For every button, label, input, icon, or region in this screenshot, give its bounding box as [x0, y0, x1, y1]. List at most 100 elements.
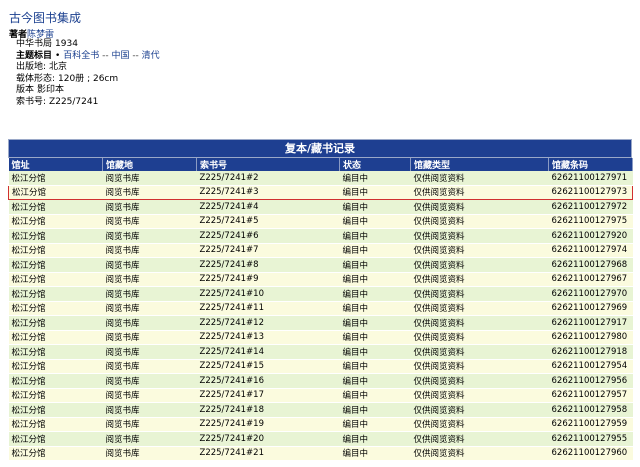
col-status-cell: 编目中: [339, 257, 411, 273]
holding-row[interactable]: 松江分馆 阅览书库 Z225/7241#13 编目中 仅供阅览资料 62621100127…: [8, 330, 633, 345]
col-status-cell: 编目中: [339, 431, 411, 447]
col-branch-cell: 松江分馆: [8, 388, 103, 403]
col-location-cell: 阅览书库: [102, 272, 197, 287]
col-item-type-cell: 仅供阅览资料: [410, 359, 549, 374]
meta-row: 索书号: Z225/7241: [16, 97, 160, 109]
col-status-cell: 编目中: [339, 171, 411, 186]
col-item-type-cell: 仅供阅览资料: [410, 184, 549, 200]
col-call-number-cell: Z225/7241#12: [196, 315, 340, 331]
col-barcode-cell: 62621100127975: [548, 214, 633, 229]
holding-row[interactable]: 松江分馆 阅览书库 Z225/7241#4 编目中 仅供阅览资料 626211001279…: [8, 199, 633, 215]
meta-row: 载体形态: 120册 ; 26cm: [16, 74, 160, 86]
meta-row: 中华书局 1934: [16, 39, 160, 51]
col-status-cell: 编目中: [339, 359, 411, 374]
holding-row[interactable]: 松江分馆 阅览书库 Z225/7241#14 编目中 仅供阅览资料 62621100127…: [8, 344, 633, 360]
col-branch-cell: 松江分馆: [8, 214, 103, 229]
col-call-number-cell: Z225/7241#15: [196, 359, 340, 374]
col-status-header: 状态: [339, 158, 411, 171]
subject-separator: --: [99, 50, 112, 61]
col-branch-cell: 松江分馆: [8, 344, 103, 360]
col-location-cell: 阅览书库: [102, 446, 197, 461]
col-status-cell: 编目中: [339, 446, 411, 461]
meta-key: 版本: [16, 85, 35, 95]
col-item-type-cell: 仅供阅览资料: [410, 446, 549, 461]
col-barcode-cell: 62621100127974: [548, 243, 633, 258]
col-item-type-cell: 仅供阅览资料: [410, 417, 549, 432]
col-item-type-cell: 仅供阅览资料: [410, 243, 549, 258]
holding-row[interactable]: 松江分馆 阅览书库 Z225/7241#18 编目中 仅供阅览资料 62621100127…: [8, 402, 633, 418]
col-status-cell: 编目中: [339, 214, 411, 229]
holdings-header-row: 馆址 馆藏地 索书号 状态 馆藏类型 馆藏条码: [8, 158, 633, 171]
book-title-link[interactable]: 古今图书集成: [9, 9, 81, 26]
col-call-number-cell: Z225/7241#9: [196, 272, 340, 287]
col-location-cell: 阅览书库: [102, 228, 197, 244]
col-barcode-cell: 62621100127960: [548, 446, 633, 461]
col-branch-cell: 松江分馆: [8, 330, 103, 345]
col-location-cell: 阅览书库: [102, 344, 197, 360]
meta-value: 北京: [49, 62, 68, 72]
holding-row[interactable]: 松江分馆 阅览书库 Z225/7241#9 编目中 仅供阅览资料 626211001279…: [8, 272, 633, 287]
holding-row[interactable]: 松江分馆 阅览书库 Z225/7241#3 编目中 仅供阅览资料 626211001279…: [8, 184, 633, 200]
meta-value: 1934: [55, 39, 78, 49]
col-item-type-cell: 仅供阅览资料: [410, 344, 549, 360]
col-location-cell: 阅览书库: [102, 257, 197, 273]
meta-key: 主题标目: [16, 50, 53, 61]
col-item-type-cell: 仅供阅览资料: [410, 199, 549, 215]
col-barcode-cell: 62621100127917: [548, 315, 633, 331]
meta-key: 中华书局: [16, 39, 53, 49]
col-barcode-cell: 62621100127958: [548, 402, 633, 418]
subject-link[interactable]: 中国: [111, 51, 129, 61]
col-item-type-cell: 仅供阅览资料: [410, 228, 549, 244]
holding-row[interactable]: 松江分馆 阅览书库 Z225/7241#19 编目中 仅供阅览资料 62621100127…: [8, 417, 633, 432]
holding-row[interactable]: 松江分馆 阅览书库 Z225/7241#5 编目中 仅供阅览资料 626211001279…: [8, 214, 633, 229]
holding-row[interactable]: 松江分馆 阅览书库 Z225/7241#15 编目中 仅供阅览资料 62621100127…: [8, 359, 633, 374]
col-call-number-cell: Z225/7241#19: [196, 417, 340, 432]
holdings-header: 复本/藏书记录: [8, 139, 632, 158]
col-branch-cell: 松江分馆: [8, 431, 103, 447]
holding-row[interactable]: 松江分馆 阅览书库 Z225/7241#7 编目中 仅供阅览资料 626211001279…: [8, 243, 633, 258]
holding-row[interactable]: 松江分馆 阅览书库 Z225/7241#11 编目中 仅供阅览资料 62621100127…: [8, 301, 633, 316]
col-barcode-cell: 62621100127955: [548, 431, 633, 447]
subject-link[interactable]: 清代: [142, 51, 160, 61]
col-branch-cell: 松江分馆: [8, 417, 103, 432]
holding-row[interactable]: 松江分馆 阅览书库 Z225/7241#10 编目中 仅供阅览资料 62621100127…: [8, 286, 633, 302]
col-location-cell: 阅览书库: [102, 184, 197, 200]
col-item-type-cell: 仅供阅览资料: [410, 171, 549, 186]
holding-row[interactable]: 松江分馆 阅览书库 Z225/7241#20 编目中 仅供阅览资料 62621100127…: [8, 431, 633, 447]
col-location-cell: 阅览书库: [102, 373, 197, 389]
holding-row[interactable]: 松江分馆 阅览书库 Z225/7241#17 编目中 仅供阅览资料 62621100127…: [8, 388, 633, 403]
col-location-cell: 阅览书库: [102, 388, 197, 403]
meta-row: 出版地: 北京: [16, 62, 160, 74]
col-barcode-cell: 62621100127918: [548, 344, 633, 360]
meta-value: 120册 ; 26cm: [58, 73, 119, 84]
col-location-cell: 阅览书库: [102, 171, 197, 186]
col-status-cell: 编目中: [339, 373, 411, 389]
col-branch-cell: 松江分馆: [8, 257, 103, 273]
col-location-cell: 阅览书库: [102, 417, 197, 432]
col-barcode-cell: 62621100127969: [548, 301, 633, 316]
col-branch-header: 馆址: [8, 158, 103, 171]
col-branch-cell: 松江分馆: [8, 301, 103, 316]
col-location-cell: 阅览书库: [102, 431, 197, 447]
subject-link[interactable]: 百科全书: [63, 51, 99, 61]
holding-row[interactable]: 松江分馆 阅览书库 Z225/7241#16 编目中 仅供阅览资料 62621100127…: [8, 373, 633, 389]
col-status-cell: 编目中: [339, 344, 411, 360]
holding-row[interactable]: 松江分馆 阅览书库 Z225/7241#12 编目中 仅供阅览资料 62621100127…: [8, 315, 633, 331]
col-branch-cell: 松江分馆: [8, 228, 103, 244]
col-location-cell: 阅览书库: [102, 315, 197, 331]
holding-row[interactable]: 松江分馆 阅览书库 Z225/7241#8 编目中 仅供阅览资料 626211001279…: [8, 257, 633, 273]
holding-row[interactable]: 松江分馆 阅览书库 Z225/7241#6 编目中 仅供阅览资料 626211001279…: [8, 228, 633, 244]
col-call-number-cell: Z225/7241#11: [196, 301, 340, 316]
holding-row[interactable]: 松江分馆 阅览书库 Z225/7241#2 编目中 仅供阅览资料 626211001279…: [8, 171, 633, 186]
col-item-type-cell: 仅供阅览资料: [410, 315, 549, 331]
col-barcode-cell: 62621100127970: [548, 286, 633, 302]
col-call-number-cell: Z225/7241#17: [196, 388, 340, 403]
col-barcode-cell: 62621100127920: [548, 228, 633, 244]
holding-row[interactable]: 松江分馆 阅览书库 Z225/7241#21 编目中 仅供阅览资料 62621100127…: [8, 446, 633, 461]
col-branch-cell: 松江分馆: [8, 373, 103, 389]
col-item-type-cell: 仅供阅览资料: [410, 301, 549, 316]
col-status-cell: 编目中: [339, 402, 411, 418]
col-call-number-cell: Z225/7241#2: [196, 171, 340, 186]
col-call-number-cell: Z225/7241#16: [196, 373, 340, 389]
col-branch-cell: 松江分馆: [8, 315, 103, 331]
